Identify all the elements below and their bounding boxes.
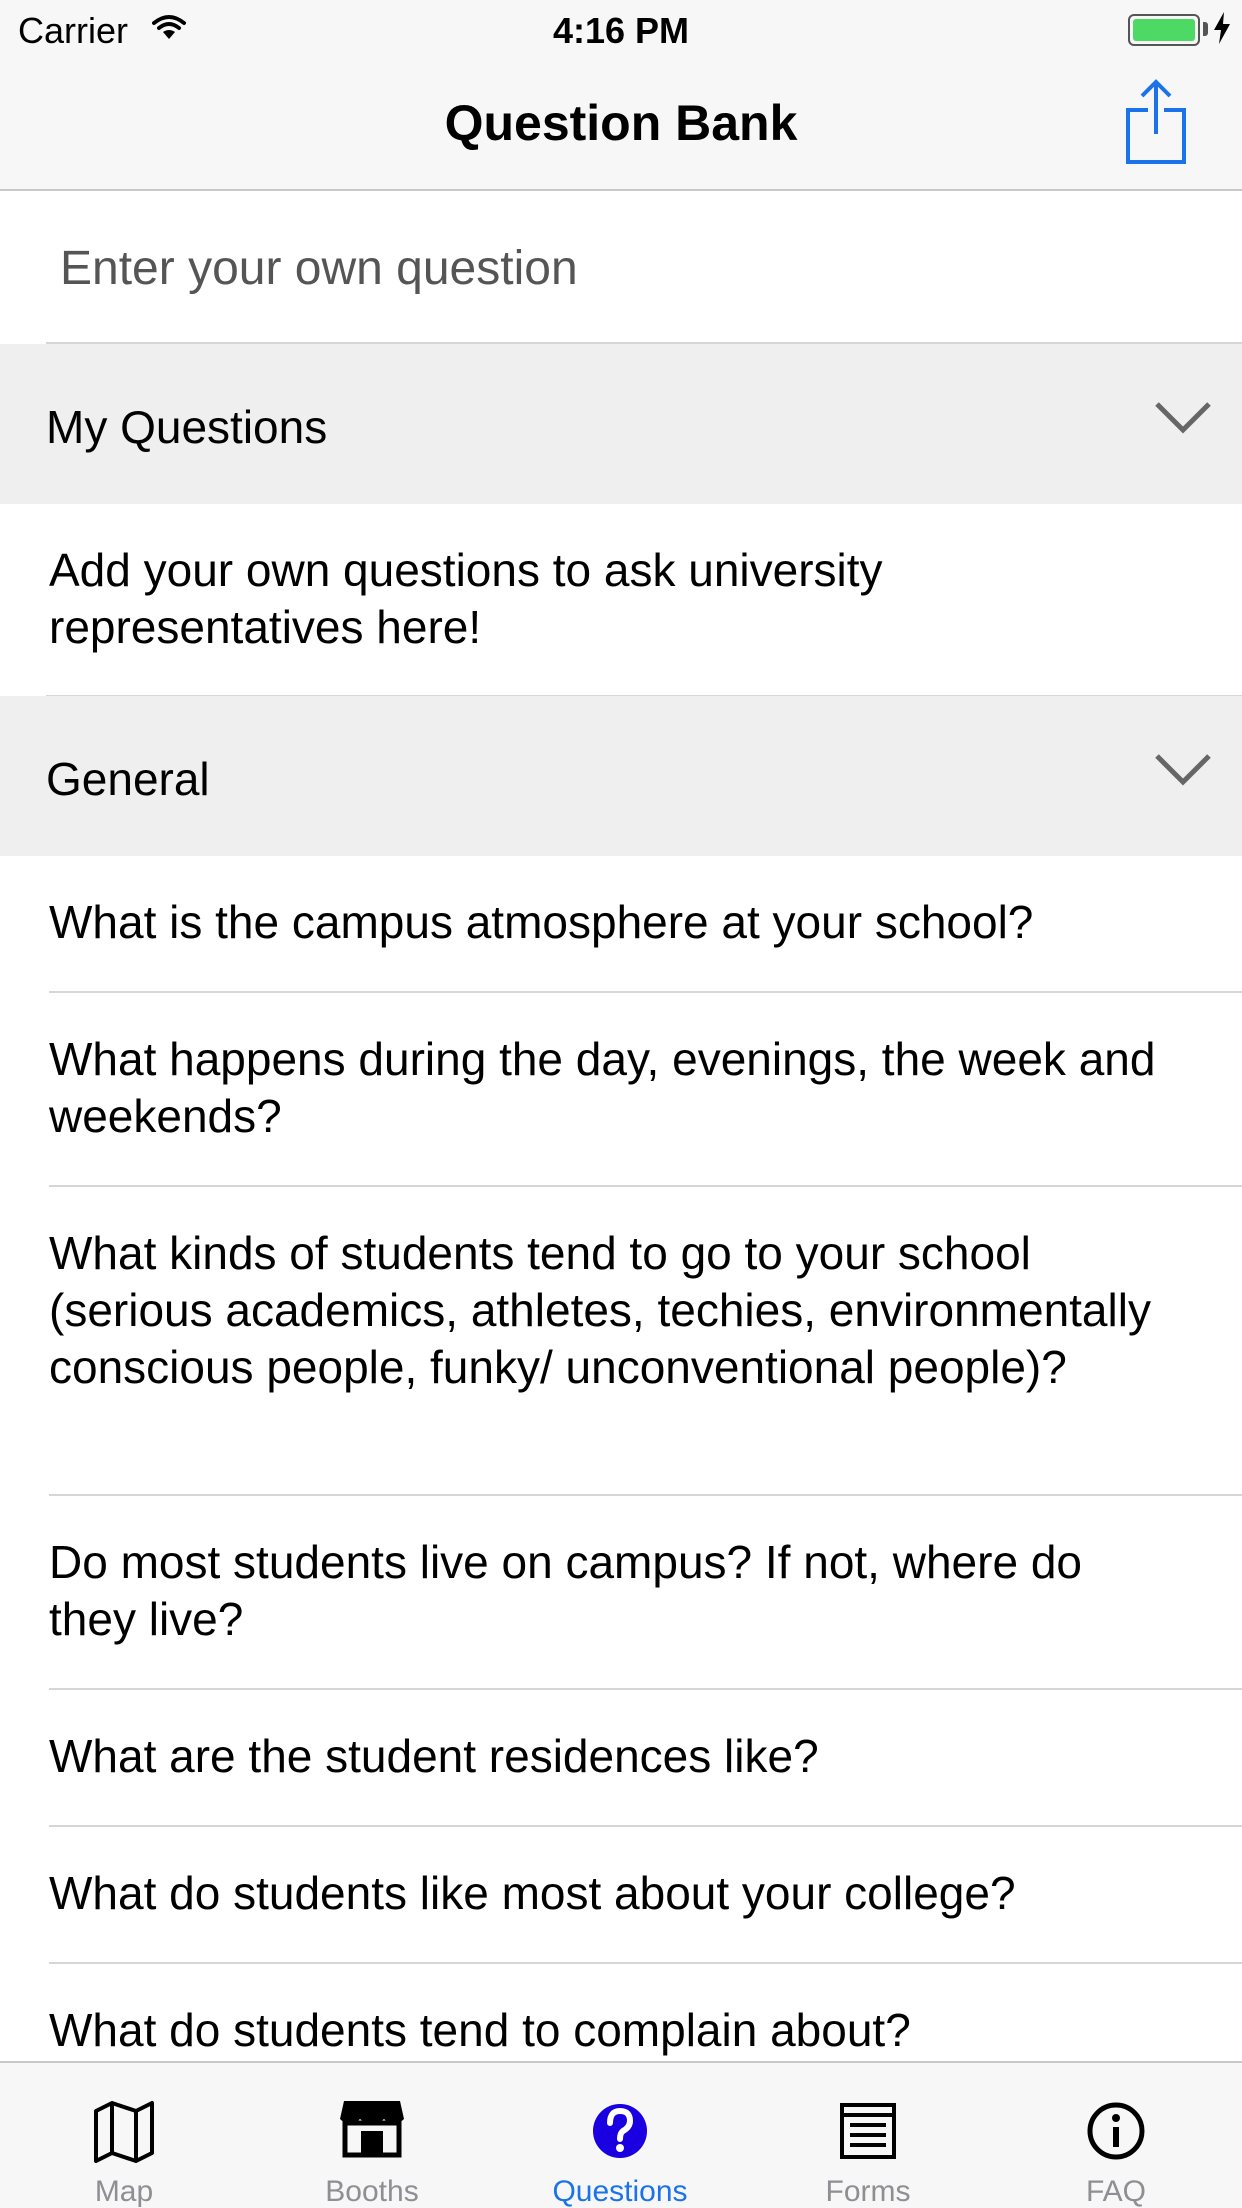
tab-booths[interactable]: Booths — [248, 2063, 496, 2208]
question-text: Do most students live on campus? If not,… — [49, 1536, 1082, 1645]
tab-label: FAQ — [1085, 2175, 1146, 2208]
tab-label: Questions — [552, 2175, 688, 2208]
question-text: Add your own questions to ask university… — [49, 544, 883, 653]
info-icon — [1087, 2102, 1145, 2160]
question-text: What happens during the day, evenings, t… — [49, 1033, 1156, 1142]
tab-map[interactable]: Map — [0, 2063, 248, 2208]
list-item[interactable]: What do students tend to complain about? — [0, 1964, 1242, 2061]
list-item[interactable]: Do most students live on campus? If not,… — [0, 1496, 1242, 1688]
question-text: What are the student residences like? — [49, 1730, 819, 1782]
question-text: What kinds of students tend to go to you… — [49, 1227, 1151, 1393]
question-input[interactable] — [0, 193, 1242, 343]
list-item[interactable]: What is the campus atmosphere at your sc… — [0, 856, 1242, 992]
list-item[interactable]: What do students like most about your co… — [0, 1827, 1242, 1963]
question-text: What do students tend to complain about? — [49, 2004, 911, 2056]
battery-icon — [1128, 14, 1200, 46]
section-header-my-questions[interactable]: My Questions — [0, 344, 1242, 504]
list-item[interactable]: What kinds of students tend to go to you… — [0, 1187, 1242, 1494]
tab-forms[interactable]: Forms — [744, 2063, 992, 2208]
page-title: Question Bank — [444, 95, 798, 151]
chevron-down-icon — [1155, 754, 1211, 786]
section-title: General — [46, 753, 210, 805]
charging-bolt-icon — [1214, 12, 1230, 44]
map-icon — [94, 2101, 154, 2163]
tab-questions[interactable]: Questions — [496, 2063, 744, 2208]
tab-label: Forms — [825, 2175, 911, 2208]
tab-bar: Map Booths Questions Forms FAQ — [0, 2061, 1242, 2208]
list-item[interactable]: What happens during the day, evenings, t… — [0, 993, 1242, 1185]
tab-label: Booths — [325, 2175, 419, 2208]
question-icon — [593, 2104, 647, 2158]
navigation-bar: Question Bank — [0, 60, 1242, 191]
share-icon[interactable] — [1122, 78, 1192, 168]
chevron-down-icon — [1155, 402, 1211, 434]
section-title: My Questions — [46, 401, 328, 453]
booth-icon — [340, 2101, 404, 2158]
list-item[interactable]: What are the student residences like? — [0, 1690, 1242, 1826]
status-bar: Carrier 4:16 PM — [0, 0, 1242, 60]
question-text: What is the campus atmosphere at your sc… — [49, 896, 1034, 948]
question-text: What do students like most about your co… — [49, 1867, 1016, 1919]
tab-label: Map — [94, 2175, 154, 2208]
status-time: 4:16 PM — [552, 10, 690, 51]
list-item[interactable]: Add your own questions to ask university… — [0, 504, 1242, 696]
forms-icon — [840, 2103, 896, 2159]
section-header-general[interactable]: General — [0, 696, 1242, 856]
tab-faq[interactable]: FAQ — [992, 2063, 1240, 2208]
battery-nub — [1203, 22, 1208, 36]
